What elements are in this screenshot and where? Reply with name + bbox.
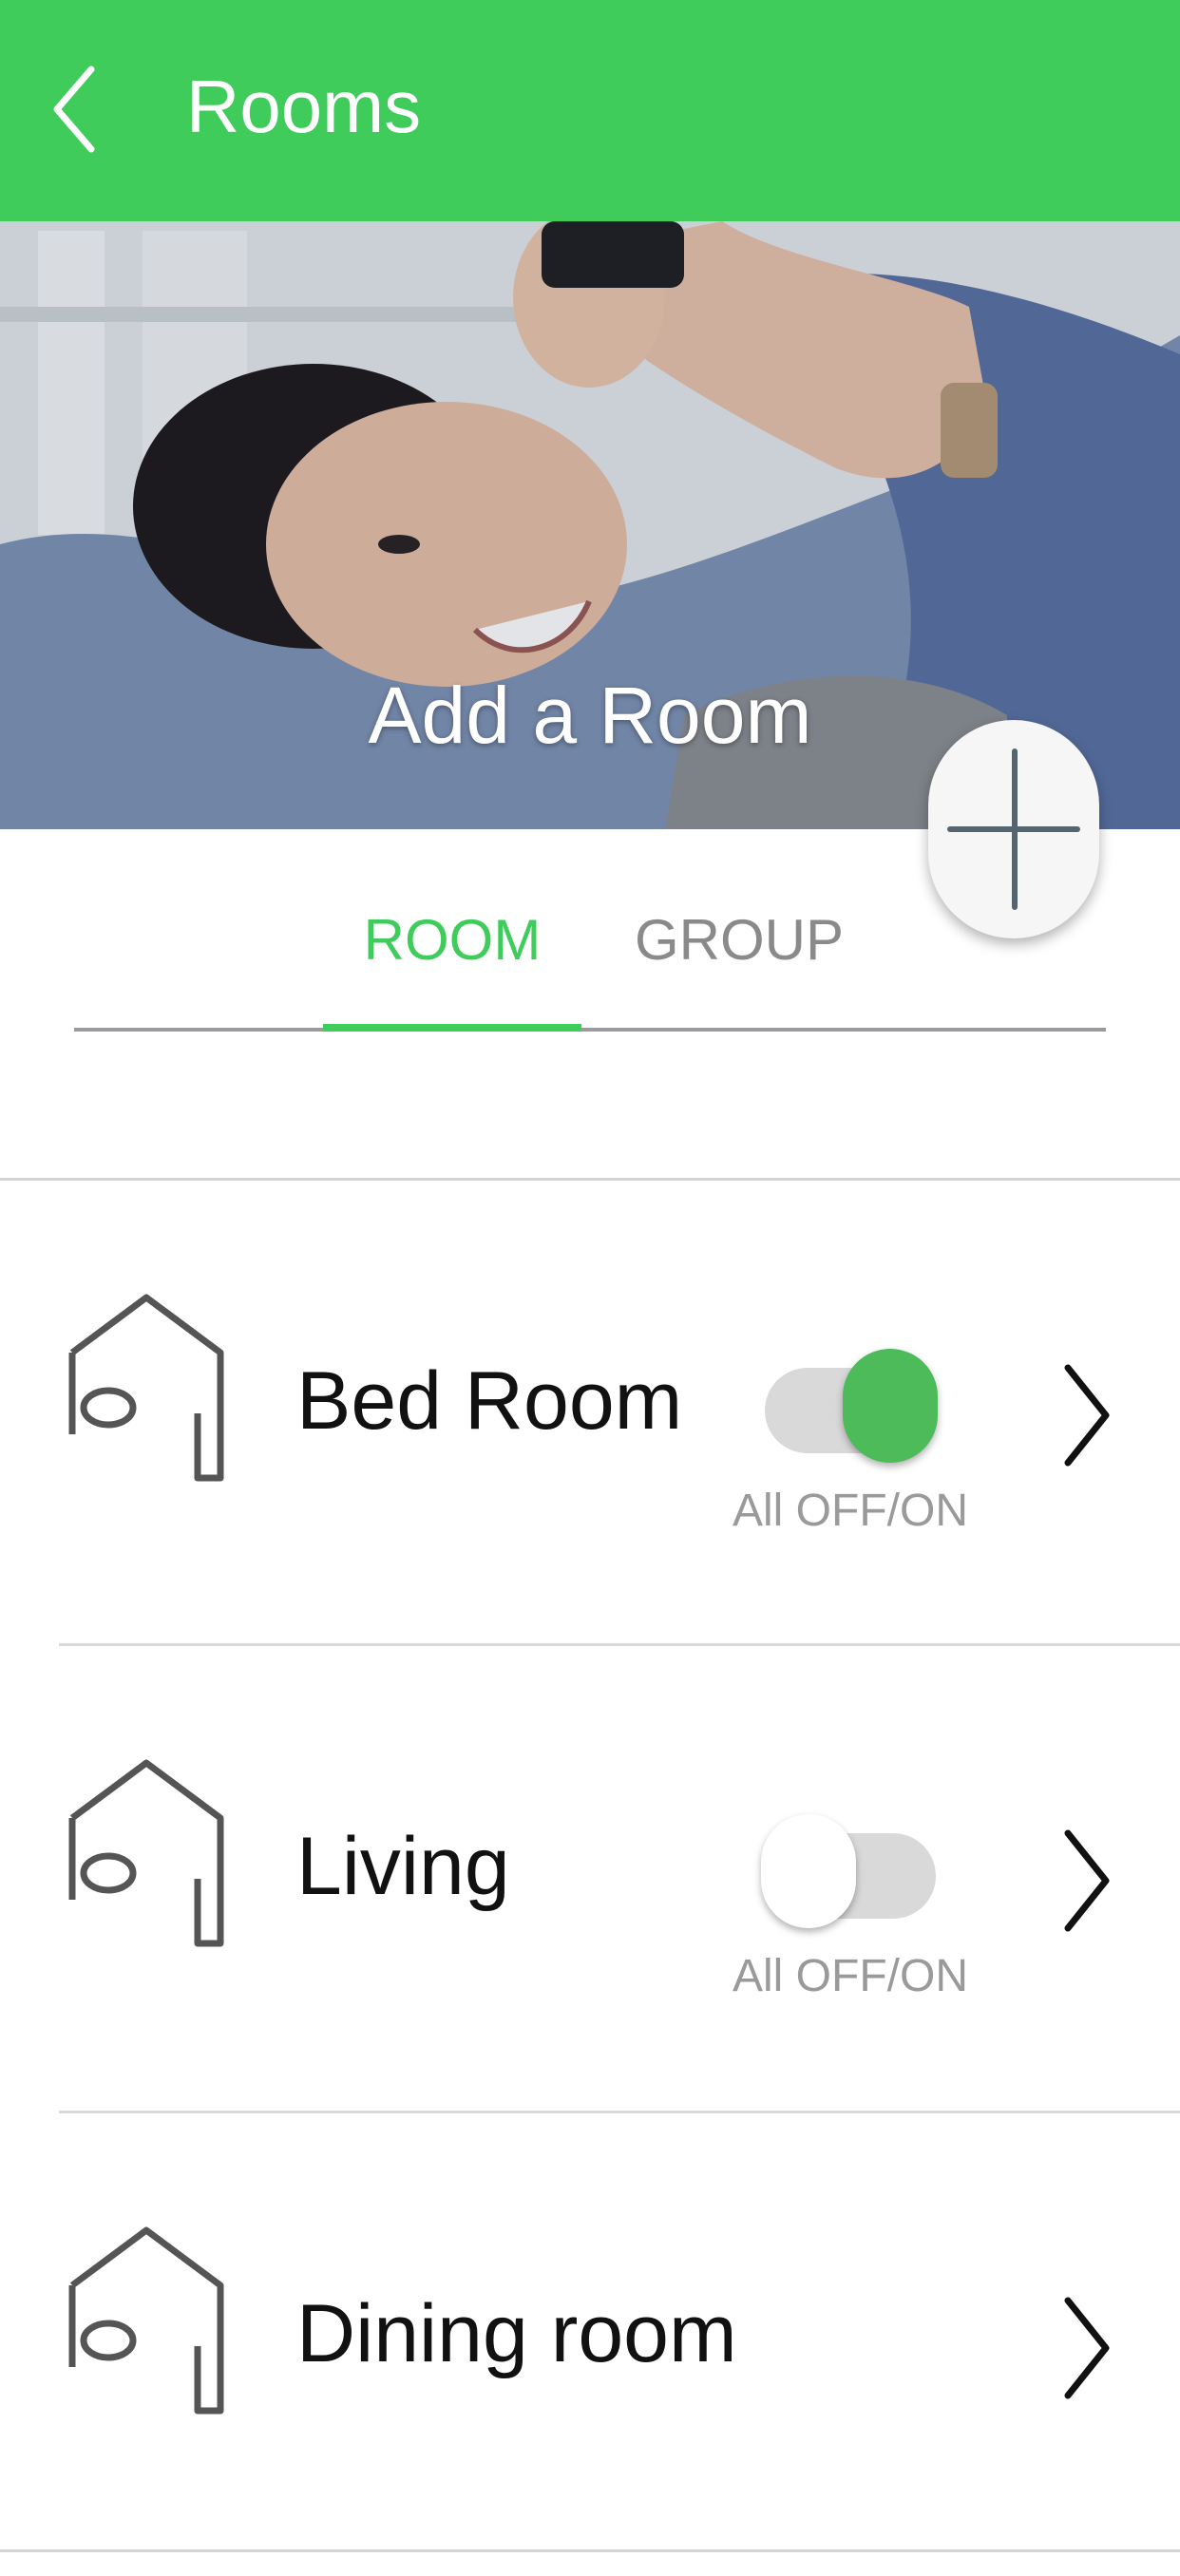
chevron-right-icon[interactable] — [1058, 1824, 1115, 1938]
toggle-knob — [843, 1349, 938, 1463]
room-icon — [68, 1294, 224, 1482]
all-off-on-toggle[interactable] — [765, 1349, 938, 1463]
tab-room[interactable]: ROOM — [323, 883, 581, 997]
toggle-knob — [761, 1814, 856, 1928]
all-off-on-toggle[interactable] — [761, 1814, 936, 1928]
app-header: Rooms — [0, 0, 1180, 221]
room-icon — [68, 2226, 224, 2415]
room-row-bed-room[interactable]: Bed Room All OFF/ON — [0, 1178, 1180, 1643]
room-name: Living — [296, 1821, 510, 1912]
room-row-dining-room[interactable]: Dining room — [0, 2111, 1180, 2576]
room-icon — [68, 1759, 224, 1947]
page-title: Rooms — [186, 65, 422, 148]
tab-group[interactable]: GROUP — [625, 883, 853, 997]
room-row-living[interactable]: Living All OFF/ON — [0, 1643, 1180, 2109]
tab-divider — [74, 1028, 1106, 1032]
chevron-left-icon — [53, 66, 95, 153]
back-button[interactable] — [48, 52, 124, 166]
chevron-right-icon[interactable] — [1058, 2291, 1115, 2405]
toggle-caption: All OFF/ON — [733, 1951, 968, 2001]
tab-bar: ROOM GROUP — [74, 883, 1106, 1039]
tab-active-indicator — [323, 1024, 581, 1032]
room-name: Bed Room — [296, 1355, 683, 1447]
list-bottom-divider — [0, 2549, 1180, 2552]
toggle-caption: All OFF/ON — [733, 1486, 968, 1536]
room-name: Dining room — [296, 2288, 737, 2379]
chevron-right-icon[interactable] — [1058, 1358, 1115, 1472]
